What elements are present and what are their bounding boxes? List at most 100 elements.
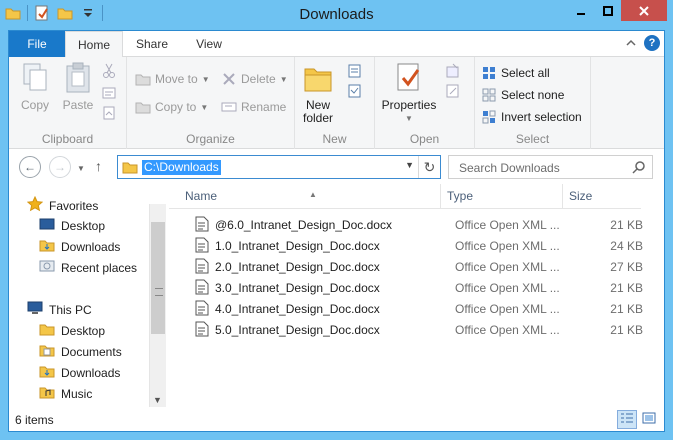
- up-arrow-icon[interactable]: ↑: [95, 158, 102, 174]
- search-box[interactable]: Search Downloads: [448, 155, 653, 179]
- delete-button[interactable]: Delete ▼: [221, 71, 288, 87]
- open-icon[interactable]: [445, 63, 461, 79]
- document-icon: [195, 300, 209, 319]
- nav-item-desktop[interactable]: Desktop: [39, 217, 105, 234]
- select-none-label: Select none: [501, 88, 565, 102]
- file-size: 21 KB: [610, 323, 643, 337]
- paste-button[interactable]: Paste: [59, 61, 97, 112]
- rename-button[interactable]: Rename: [221, 99, 286, 115]
- title-bar[interactable]: Downloads: [0, 0, 673, 30]
- file-size: 21 KB: [610, 302, 643, 316]
- search-icon[interactable]: [632, 160, 646, 177]
- tab-view[interactable]: View: [184, 31, 234, 57]
- new-item-icon[interactable]: [347, 63, 363, 79]
- nav-pane-scrollbar[interactable]: ▼: [149, 204, 166, 407]
- nav-item-pc-downloads[interactable]: Downloads: [39, 364, 120, 381]
- forward-button[interactable]: →: [49, 156, 71, 178]
- file-row[interactable]: 4.0_Intranet_Design_Doc.docx Office Open…: [185, 298, 655, 319]
- nav-label: Desktop: [61, 218, 106, 233]
- file-name: @6.0_Intranet_Design_Doc.docx: [215, 218, 392, 232]
- edit-icon[interactable]: [445, 83, 461, 99]
- nav-item-pc-desktop[interactable]: Desktop: [39, 322, 105, 339]
- address-dropdown-icon[interactable]: ▼: [405, 160, 414, 170]
- select-none-button[interactable]: Select none: [481, 87, 564, 103]
- column-header-size[interactable]: Size: [563, 184, 641, 209]
- address-path[interactable]: C:\Downloads: [142, 160, 221, 175]
- explorer-window: File Home Share View ? Copy Paste Clipbo…: [8, 30, 665, 432]
- copy-button[interactable]: Copy: [17, 61, 53, 112]
- this-pc-label: This PC: [49, 302, 92, 317]
- refresh-icon: ↻: [423, 158, 436, 175]
- file-name: 2.0_Intranet_Design_Doc.docx: [215, 260, 380, 274]
- recent-locations-dropdown[interactable]: ▼: [77, 164, 85, 173]
- file-row[interactable]: 3.0_Intranet_Design_Doc.docx Office Open…: [185, 277, 655, 298]
- details-view-button[interactable]: [617, 410, 637, 429]
- file-size: 27 KB: [610, 260, 643, 274]
- back-button[interactable]: ←: [19, 156, 41, 178]
- maximize-button[interactable]: [594, 0, 621, 21]
- file-row[interactable]: @6.0_Intranet_Design_Doc.docx Office Ope…: [185, 214, 655, 235]
- documents-folder-icon: [39, 343, 55, 360]
- column-label: Type: [447, 189, 474, 203]
- nav-item-recent-places[interactable]: Recent places: [39, 259, 137, 276]
- column-header-name[interactable]: ▲ Name: [169, 184, 441, 209]
- nav-item-documents[interactable]: Documents: [39, 343, 122, 360]
- scroll-down-arrow-icon[interactable]: ▼: [153, 395, 162, 405]
- file-name: 4.0_Intranet_Design_Doc.docx: [215, 302, 380, 316]
- organize-group-label: Organize: [186, 132, 235, 146]
- file-type: Office Open XML ...: [455, 302, 560, 316]
- easy-access-icon[interactable]: [347, 83, 363, 99]
- address-bar[interactable]: C:\Downloads ▼ ↻: [117, 155, 441, 179]
- help-icon[interactable]: ?: [644, 35, 660, 51]
- select-group: Select all Select none Invert selection …: [475, 57, 591, 149]
- properties-button[interactable]: Properties ▼: [379, 61, 439, 125]
- file-type: Office Open XML ...: [455, 218, 560, 232]
- cut-icon[interactable]: [101, 63, 117, 79]
- nav-item-this-pc[interactable]: This PC: [27, 301, 92, 318]
- column-header-type[interactable]: Type: [441, 184, 563, 209]
- star-icon: [26, 195, 44, 215]
- nav-item-music[interactable]: Music: [39, 385, 92, 402]
- delete-label: Delete: [241, 72, 276, 86]
- minimize-button[interactable]: [568, 0, 594, 21]
- select-all-button[interactable]: Select all: [481, 65, 550, 81]
- file-name: 5.0_Intranet_Design_Doc.docx: [215, 323, 380, 337]
- tab-file[interactable]: File: [9, 31, 65, 57]
- new-folder-button[interactable]: New folder: [299, 61, 337, 125]
- desktop-icon: [39, 217, 55, 234]
- search-placeholder: Search Downloads: [459, 161, 560, 175]
- computer-icon: [27, 301, 43, 318]
- invert-selection-button[interactable]: Invert selection: [481, 109, 582, 125]
- file-type: Office Open XML ...: [455, 323, 560, 337]
- properties-icon: [393, 61, 425, 95]
- copy-to-button[interactable]: Copy to ▼: [135, 99, 208, 115]
- large-icons-view-button[interactable]: [639, 410, 659, 429]
- nav-item-favorites[interactable]: Favorites: [26, 195, 98, 215]
- status-bar: 6 items: [9, 408, 664, 431]
- select-all-label: Select all: [501, 66, 550, 80]
- tab-share[interactable]: Share: [127, 31, 177, 57]
- window-frame: Downloads File Home Share View ? Copy Pa…: [0, 0, 673, 440]
- close-button[interactable]: [621, 0, 667, 21]
- scrollbar-thumb[interactable]: [151, 222, 165, 334]
- delete-icon: [221, 71, 237, 87]
- move-to-icon: [135, 71, 151, 87]
- dropdown-arrow-icon: ▼: [200, 102, 209, 112]
- refresh-button[interactable]: ↻: [418, 156, 440, 178]
- paste-icon: [62, 61, 94, 95]
- ribbon-tabs: File Home Share View ?: [9, 31, 664, 58]
- organize-group: Move to ▼ Copy to ▼ Delete ▼ Rename Orga…: [127, 57, 295, 149]
- chevron-up-icon[interactable]: [626, 36, 636, 50]
- copy-to-icon: [135, 99, 151, 115]
- paste-shortcut-icon[interactable]: [101, 105, 117, 121]
- file-row[interactable]: 1.0_Intranet_Design_Doc.docx Office Open…: [185, 235, 655, 256]
- sort-ascending-icon: ▲: [309, 190, 317, 199]
- nav-label: Music: [61, 386, 93, 401]
- file-type: Office Open XML ...: [455, 239, 560, 253]
- file-row[interactable]: 5.0_Intranet_Design_Doc.docx Office Open…: [185, 319, 655, 340]
- tab-home[interactable]: Home: [65, 31, 123, 58]
- move-to-button[interactable]: Move to ▼: [135, 71, 210, 87]
- nav-item-downloads[interactable]: Downloads: [39, 238, 120, 255]
- file-row[interactable]: 2.0_Intranet_Design_Doc.docx Office Open…: [185, 256, 655, 277]
- copy-path-icon[interactable]: [101, 85, 117, 101]
